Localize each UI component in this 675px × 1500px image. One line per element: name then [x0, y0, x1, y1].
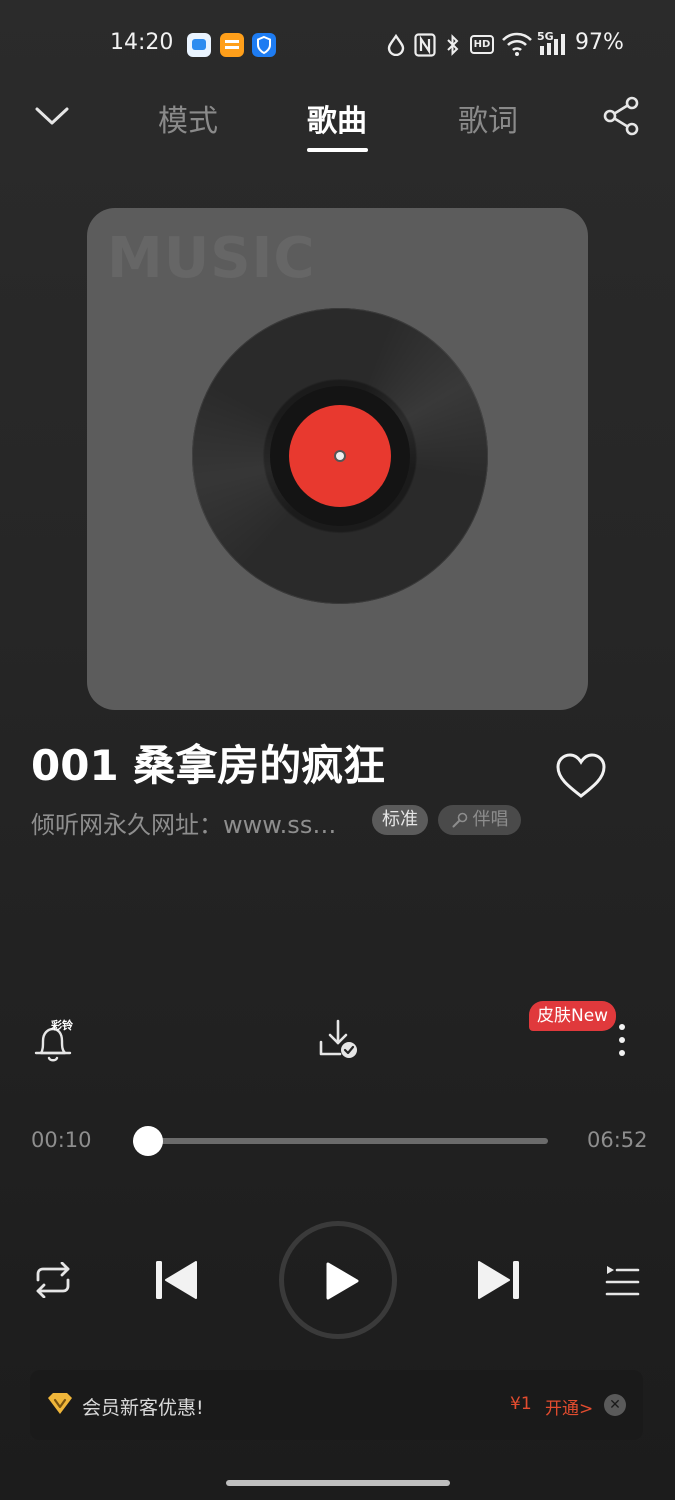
tab-song[interactable]: 歌曲	[307, 96, 367, 140]
close-icon[interactable]: ✕	[604, 1394, 626, 1416]
song-title: 001 桑拿房的疯狂	[31, 741, 386, 790]
collapse-chevron-icon[interactable]	[34, 104, 70, 128]
skin-new-badge[interactable]: 皮肤New	[529, 1001, 617, 1031]
karaoke-tag[interactable]: 伴唱	[438, 805, 521, 835]
wifi-icon	[502, 32, 532, 56]
repeat-icon[interactable]	[32, 1262, 74, 1298]
share-icon[interactable]	[602, 96, 642, 136]
microphone-icon	[452, 812, 467, 828]
more-vertical-icon[interactable]	[614, 1022, 630, 1058]
app-blue-icon	[187, 33, 211, 57]
next-track-icon[interactable]	[477, 1258, 521, 1302]
song-subtitle[interactable]: 倾听网永久网址：www.ss…	[31, 805, 336, 840]
vip-diamond-icon	[48, 1393, 72, 1414]
ringtone-label: 彩铃	[51, 1019, 73, 1032]
album-watermark: MUSIC	[107, 226, 316, 291]
header-tabs: 模式 歌曲 歌词	[0, 90, 675, 160]
hd-badge: HD	[470, 35, 494, 54]
tab-lyrics[interactable]: 歌词	[458, 96, 518, 140]
promo-text: 会员新客优惠!	[82, 1397, 204, 1419]
app-shield-icon	[252, 33, 276, 57]
karaoke-label: 伴唱	[472, 809, 509, 830]
progress-track[interactable]	[140, 1138, 548, 1144]
status-bar: 14:20 HD 5G 97%	[0, 0, 675, 90]
active-tab-indicator	[307, 148, 368, 152]
vinyl-record	[192, 308, 488, 604]
download-icon[interactable]	[316, 1018, 362, 1064]
playlist-icon[interactable]	[604, 1262, 640, 1298]
play-icon	[326, 1262, 359, 1300]
quality-tag[interactable]: 标准	[372, 805, 428, 835]
drop-icon	[387, 34, 405, 56]
total-time: 06:52	[587, 1128, 648, 1152]
previous-track-icon[interactable]	[154, 1258, 198, 1302]
bluetooth-icon	[447, 34, 459, 56]
signal-icon	[540, 34, 565, 55]
favorite-heart-icon[interactable]	[554, 750, 608, 804]
progress-thumb[interactable]	[133, 1126, 164, 1156]
current-time: 00:10	[31, 1128, 92, 1152]
home-indicator[interactable]	[226, 1480, 450, 1486]
play-button[interactable]	[279, 1221, 397, 1339]
app-orange-icon	[220, 33, 244, 57]
battery-percent: 97%	[575, 30, 624, 55]
tab-mode[interactable]: 模式	[158, 96, 218, 140]
promo-price: ¥1	[510, 1394, 532, 1414]
status-time: 14:20	[110, 30, 174, 55]
nfc-icon	[414, 33, 436, 57]
promo-open-link[interactable]: 开通>	[545, 1394, 593, 1419]
album-art: MUSIC	[87, 208, 588, 710]
